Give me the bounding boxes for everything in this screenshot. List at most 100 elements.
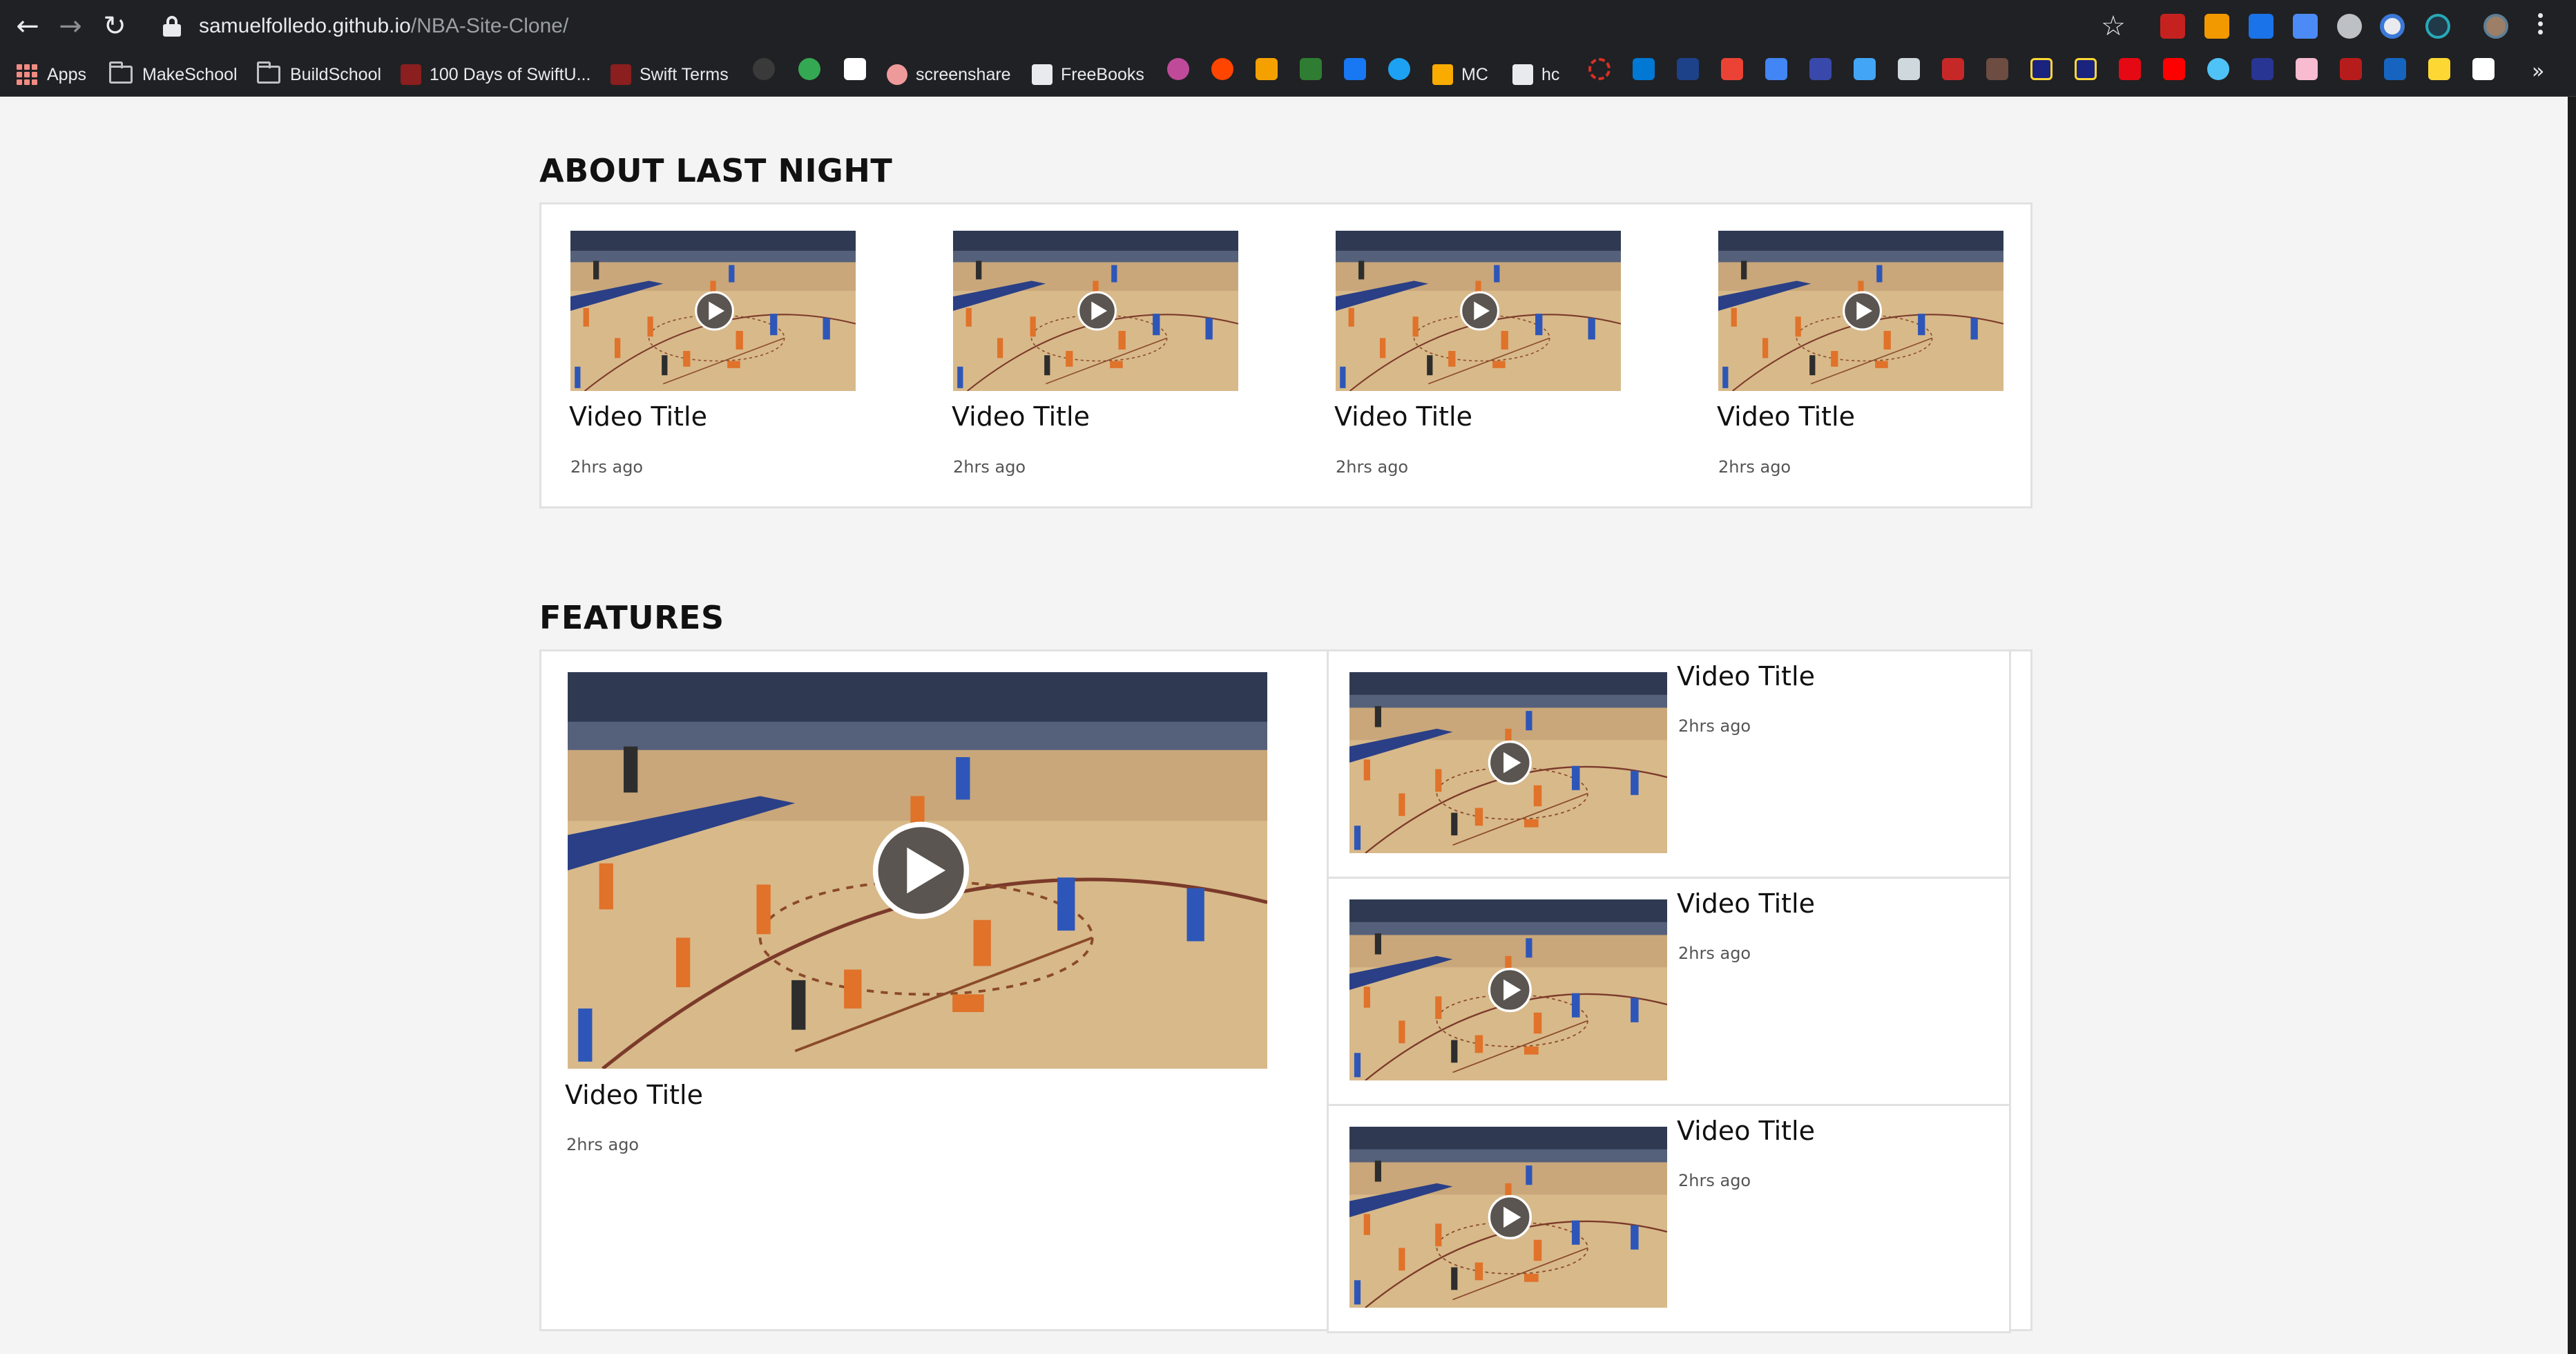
- list-item[interactable]: Video Title 2hrs ago: [1327, 649, 2011, 879]
- video-timestamp: 2hrs ago: [570, 457, 644, 477]
- bookmark-icon[interactable]: [2251, 58, 2274, 80]
- bookmark-icon[interactable]: [798, 58, 820, 80]
- youtube-icon[interactable]: [2163, 58, 2185, 80]
- section-title-features: FEATURES: [539, 599, 724, 636]
- bookmark-icon[interactable]: [1986, 58, 2008, 80]
- bookmark-folder-buildschool[interactable]: BuildSchool: [257, 61, 381, 88]
- bookmark-label: 100 Days of SwiftU...: [430, 64, 591, 84]
- docs-icon[interactable]: [1765, 58, 1787, 80]
- bookmark-icon[interactable]: [1898, 58, 1920, 80]
- swift-icon: [401, 64, 421, 85]
- back-arrow-icon[interactable]: ←: [10, 8, 46, 44]
- video-thumbnail[interactable]: [1718, 231, 2003, 391]
- browser-menu-icon[interactable]: [2533, 10, 2547, 43]
- reload-icon[interactable]: ↻: [97, 8, 133, 44]
- bookmark-label: MC: [1461, 64, 1488, 84]
- video-timestamp: 2hrs ago: [1678, 1171, 1751, 1190]
- video-title[interactable]: Video Title: [1677, 888, 1815, 919]
- bookmark-label: BuildSchool: [290, 64, 382, 84]
- list-item[interactable]: Video Title 2hrs ago: [1327, 1104, 2011, 1333]
- address-bar[interactable]: samuelfolledo.github.io/NBA-Site-Clone/: [142, 6, 2166, 47]
- video-title[interactable]: Video Title: [1717, 401, 1855, 432]
- extension-icon[interactable]: [2425, 14, 2450, 39]
- basketball-court-image: [1336, 231, 1621, 391]
- bookmark-label: screenshare: [916, 64, 1011, 84]
- netflix-icon[interactable]: [2119, 58, 2141, 80]
- video-timestamp: 2hrs ago: [1718, 457, 1791, 477]
- outlook-icon[interactable]: [1633, 58, 1655, 80]
- bookmark-icon[interactable]: [1167, 58, 1189, 80]
- book-icon: [1032, 64, 1052, 85]
- translate-extension-icon[interactable]: [2293, 14, 2318, 39]
- video-title[interactable]: Video Title: [569, 401, 707, 432]
- extension-icon[interactable]: [2337, 14, 2362, 39]
- basketball-court-image: [1349, 672, 1667, 853]
- forward-arrow-icon[interactable]: →: [52, 8, 88, 44]
- ublock-extension-icon[interactable]: [2160, 14, 2185, 39]
- bookmark-icon[interactable]: [2340, 58, 2362, 80]
- gmail-icon[interactable]: [1721, 58, 1743, 80]
- video-timestamp: 2hrs ago: [1678, 944, 1751, 963]
- video-title[interactable]: Video Title: [1677, 661, 1815, 692]
- list-item[interactable]: Video Title 2hrs ago: [1327, 877, 2011, 1106]
- bookmark-icon[interactable]: [2428, 58, 2450, 80]
- featured-video-thumbnail[interactable]: [568, 672, 1267, 1069]
- about-last-night-panel: Video Title 2hrs ago Video Title 2hrs ag…: [539, 202, 2032, 508]
- bookmark-screenshare[interactable]: screenshare: [887, 61, 1011, 88]
- analytics-icon: [1432, 64, 1453, 85]
- bookmark-icon[interactable]: [1854, 58, 1876, 80]
- video-thumbnail[interactable]: [1349, 672, 1667, 853]
- bookmark-100-days-swiftui[interactable]: 100 Days of SwiftU...: [401, 61, 590, 88]
- video-timestamp: 2hrs ago: [953, 457, 1026, 477]
- video-title[interactable]: Video Title: [1677, 1116, 1815, 1146]
- firebase-icon[interactable]: [1256, 58, 1278, 80]
- bookmark-folder-makeschool[interactable]: MakeSchool: [109, 61, 238, 88]
- lock-icon[interactable]: [163, 16, 181, 37]
- twitter-icon[interactable]: [1388, 58, 1410, 80]
- video-title[interactable]: Video Title: [952, 401, 1090, 432]
- bookmark-icon[interactable]: [2030, 58, 2053, 80]
- bookmark-icon[interactable]: [1588, 58, 1611, 80]
- video-thumbnail[interactable]: [1349, 1127, 1667, 1308]
- medium-icon[interactable]: [844, 58, 866, 80]
- swift-icon: [611, 64, 631, 85]
- profile-avatar[interactable]: [2483, 14, 2508, 39]
- chevron-double-right-icon[interactable]: »: [2532, 59, 2544, 84]
- bookmark-icon[interactable]: [1942, 58, 1964, 80]
- bookmark-freebooks[interactable]: FreeBooks: [1032, 61, 1144, 88]
- github-icon[interactable]: [753, 58, 775, 80]
- facebook-icon[interactable]: [1344, 58, 1366, 80]
- video-thumbnail[interactable]: [570, 231, 856, 391]
- bookmark-swift-terms[interactable]: Swift Terms: [611, 61, 729, 88]
- video-thumbnail[interactable]: [1349, 899, 1667, 1080]
- bookmark-icon[interactable]: [2075, 58, 2097, 80]
- bookmark-icon[interactable]: [1809, 58, 1832, 80]
- section-title-about-last-night: ABOUT LAST NIGHT: [539, 152, 893, 189]
- extension-icon[interactable]: [2249, 14, 2274, 39]
- bookmark-mc[interactable]: MC: [1432, 61, 1488, 88]
- featured-video-title[interactable]: Video Title: [565, 1080, 703, 1110]
- bookmark-icon[interactable]: [2207, 58, 2229, 80]
- extension-icon[interactable]: [2380, 14, 2405, 39]
- bookmark-icon[interactable]: [2384, 58, 2406, 80]
- video-timestamp: 2hrs ago: [1336, 457, 1409, 477]
- extension-icon[interactable]: [2204, 14, 2229, 39]
- bookmark-apps[interactable]: Apps: [17, 61, 86, 88]
- amazon-icon[interactable]: [2472, 58, 2495, 80]
- video-thumbnail[interactable]: [1336, 231, 1621, 391]
- bookmark-icon[interactable]: [1300, 58, 1322, 80]
- bookmark-label: hc: [1541, 64, 1560, 84]
- basketball-court-image: [568, 672, 1267, 1069]
- video-thumbnail[interactable]: [953, 231, 1238, 391]
- nba-icon[interactable]: [1677, 58, 1699, 80]
- basketball-court-image: [953, 231, 1238, 391]
- reddit-icon[interactable]: [1211, 58, 1233, 80]
- page-scrollbar[interactable]: [2568, 97, 2576, 1354]
- bookmark-hc[interactable]: hc: [1512, 61, 1559, 88]
- bookmark-star-icon[interactable]: ☆: [2101, 8, 2126, 44]
- url-text[interactable]: samuelfolledo.github.io/NBA-Site-Clone/: [199, 15, 568, 38]
- bookmark-label: Apps: [47, 64, 86, 84]
- video-timestamp: 2hrs ago: [1678, 716, 1751, 736]
- video-title[interactable]: Video Title: [1334, 401, 1472, 432]
- bookmark-icon[interactable]: [2296, 58, 2318, 80]
